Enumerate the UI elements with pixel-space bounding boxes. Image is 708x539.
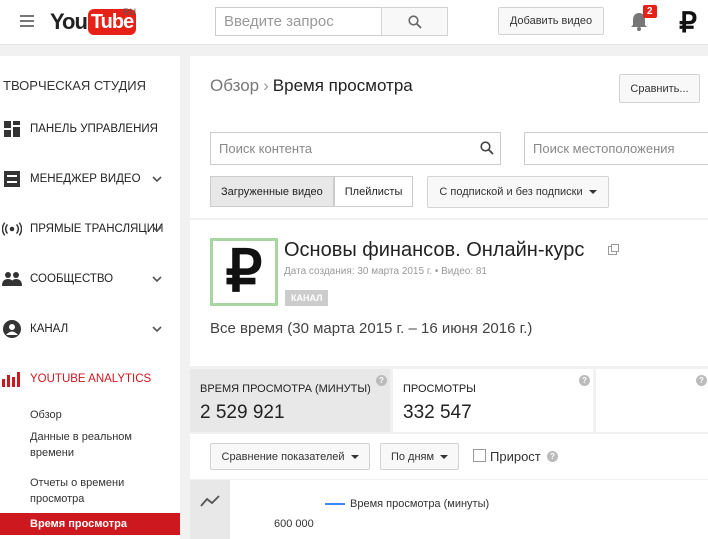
live-icon	[2, 219, 22, 239]
metric-watch-time[interactable]: ВРЕМЯ ПРОСМОТРА (МИНУТЫ) 2 529 921 ?	[190, 369, 390, 432]
line-chart-icon	[200, 495, 220, 507]
channel-meta: Дата создания: 30 марта 2015 г. • Видео:…	[284, 266, 487, 277]
upload-video-button[interactable]: Добавить видео	[498, 7, 604, 35]
metric-value: 2 529 921	[200, 402, 285, 423]
breadcrumb-overview-link[interactable]: Обзор	[210, 76, 259, 95]
legend-swatch	[325, 503, 345, 505]
chart-legend: Время просмотра (минуты)	[325, 498, 489, 510]
youtube-logo[interactable]: You Tube RU	[50, 7, 137, 35]
menu-icon[interactable]	[20, 15, 34, 27]
growth-label[interactable]: Прирост	[490, 449, 541, 464]
subscription-dropdown[interactable]: С подпиской и без подписки	[427, 176, 609, 208]
subscription-dropdown-label: С подпиской и без подписки	[439, 186, 583, 198]
dashboard-icon	[2, 119, 22, 139]
notification-badge: 2	[643, 5, 657, 18]
compare-metrics-label: Сравнение показателей	[221, 450, 345, 463]
sidebar-item-label: ПАНЕЛЬ УПРАВЛЕНИЯ	[30, 123, 158, 135]
help-icon[interactable]: ?	[376, 375, 387, 386]
sidebar-subitem-watch-time[interactable]: Время просмотра	[0, 513, 180, 535]
content-search-placeholder: Поиск контента	[219, 141, 313, 156]
sidebar-item-live[interactable]: ПРЯМЫЕ ТРАНСЛЯЦИИ	[0, 214, 180, 244]
legend-label: Время просмотра (минуты)	[350, 498, 490, 510]
external-link-icon[interactable]	[608, 244, 619, 255]
sidebar-item-analytics[interactable]: YOUTUBE ANALYTICS	[0, 364, 180, 394]
channel-icon	[2, 319, 22, 339]
content-type-tabs: Загруженные видео Плейлисты	[210, 176, 414, 207]
help-icon[interactable]: ?	[696, 375, 707, 386]
help-icon[interactable]: ?	[579, 375, 590, 386]
metric-label: ВРЕМЯ ПРОСМОТРА (МИНУТЫ)	[200, 383, 371, 395]
chevron-down-icon[interactable]	[152, 174, 162, 184]
video-manager-icon	[2, 169, 22, 189]
analytics-icon	[2, 369, 22, 389]
top-bar: You Tube RU Введите запрос Добавить виде…	[0, 0, 708, 45]
compare-metrics-dropdown[interactable]: Сравнение показателей	[210, 443, 370, 470]
sidebar-subitem-realtime[interactable]: Данные в реальном времени	[30, 429, 170, 461]
channel-name[interactable]: Основы финансов. Онлайн-курс	[284, 239, 584, 262]
logo-you-text: You	[50, 9, 88, 34]
metric-empty: ?	[596, 369, 708, 432]
caret-down-icon	[440, 454, 449, 459]
growth-checkbox[interactable]	[473, 449, 486, 462]
content-search-input[interactable]: Поиск контента	[210, 132, 501, 165]
chevron-down-icon[interactable]	[152, 324, 162, 334]
location-search-input[interactable]: Поиск местоположения	[524, 132, 708, 165]
chart-area: Время просмотра (минуты) 600 000	[190, 480, 708, 539]
sidebar-item-label: КАНАЛ	[30, 323, 69, 335]
search-icon	[407, 14, 422, 29]
date-range[interactable]: Все время (30 марта 2015 г. – 16 июня 20…	[210, 320, 532, 337]
y-axis-tick: 600 000	[274, 518, 314, 530]
search-icon[interactable]	[480, 141, 494, 155]
sidebar-item-label: YOUTUBE ANALYTICS	[30, 373, 152, 385]
sidebar-item-label: МЕНЕДЖЕР ВИДЕО	[30, 173, 141, 185]
page-title: Время просмотра	[272, 76, 413, 95]
sidebar-item-video-manager[interactable]: МЕНЕДЖЕР ВИДЕО	[0, 164, 180, 194]
sidebar-item-community[interactable]: СООБЩЕСТВО	[0, 264, 180, 294]
sidebar: ТВОРЧЕСКАЯ СТУДИЯ ПАНЕЛЬ УПРАВЛЕНИЯ МЕНЕ…	[0, 56, 180, 539]
by-days-label: По дням	[390, 450, 435, 463]
logo-region: RU	[123, 7, 136, 17]
channel-thumbnail[interactable]: ₽	[210, 238, 278, 306]
search-button[interactable]	[381, 7, 448, 36]
sidebar-item-label: СООБЩЕСТВО	[30, 273, 114, 285]
channel-type-badge: КАНАЛ	[285, 290, 329, 306]
chevron-down-icon[interactable]	[152, 274, 162, 284]
channel-card: ₽ Основы финансов. Онлайн-курс Дата созд…	[190, 220, 708, 366]
breadcrumb: Обзор › Время просмотра	[210, 76, 413, 96]
tab-playlists[interactable]: Плейлисты	[333, 176, 414, 207]
studio-title[interactable]: ТВОРЧЕСКАЯ СТУДИЯ	[3, 78, 146, 93]
metric-value: 332 547	[403, 402, 472, 423]
help-icon[interactable]: ?	[547, 451, 558, 462]
avatar[interactable]: ₽	[672, 6, 704, 38]
metric-label: ПРОСМОТРЫ	[403, 383, 476, 395]
community-icon	[2, 269, 22, 289]
caret-down-icon	[588, 190, 597, 194]
line-chart-tab[interactable]	[190, 480, 230, 539]
breadcrumb-separator: ›	[263, 76, 269, 95]
sidebar-subitem-watch-reports[interactable]: Отчеты о времени просмотра	[30, 475, 170, 507]
by-days-dropdown[interactable]: По дням	[380, 443, 459, 470]
tab-uploaded-videos[interactable]: Загруженные видео	[210, 176, 334, 207]
chevron-down-icon[interactable]	[152, 224, 162, 234]
sidebar-item-channel[interactable]: КАНАЛ	[0, 314, 180, 344]
sidebar-item-dashboard[interactable]: ПАНЕЛЬ УПРАВЛЕНИЯ	[0, 114, 180, 144]
compare-button[interactable]: Сравнить...	[619, 74, 700, 103]
report-header: Обзор › Время просмотра Сравнить... Поиск …	[190, 56, 708, 218]
caret-down-icon	[350, 454, 359, 459]
sidebar-item-label: ПРЯМЫЕ ТРАНСЛЯЦИИ	[30, 223, 164, 235]
search-input[interactable]: Введите запрос	[215, 7, 382, 36]
chart-controls: Сравнение показателей По дням Прирост ?	[190, 434, 708, 479]
metric-views[interactable]: ПРОСМОТРЫ 332 547 ?	[393, 369, 593, 432]
sidebar-subitem-overview[interactable]: Обзор	[30, 407, 170, 423]
